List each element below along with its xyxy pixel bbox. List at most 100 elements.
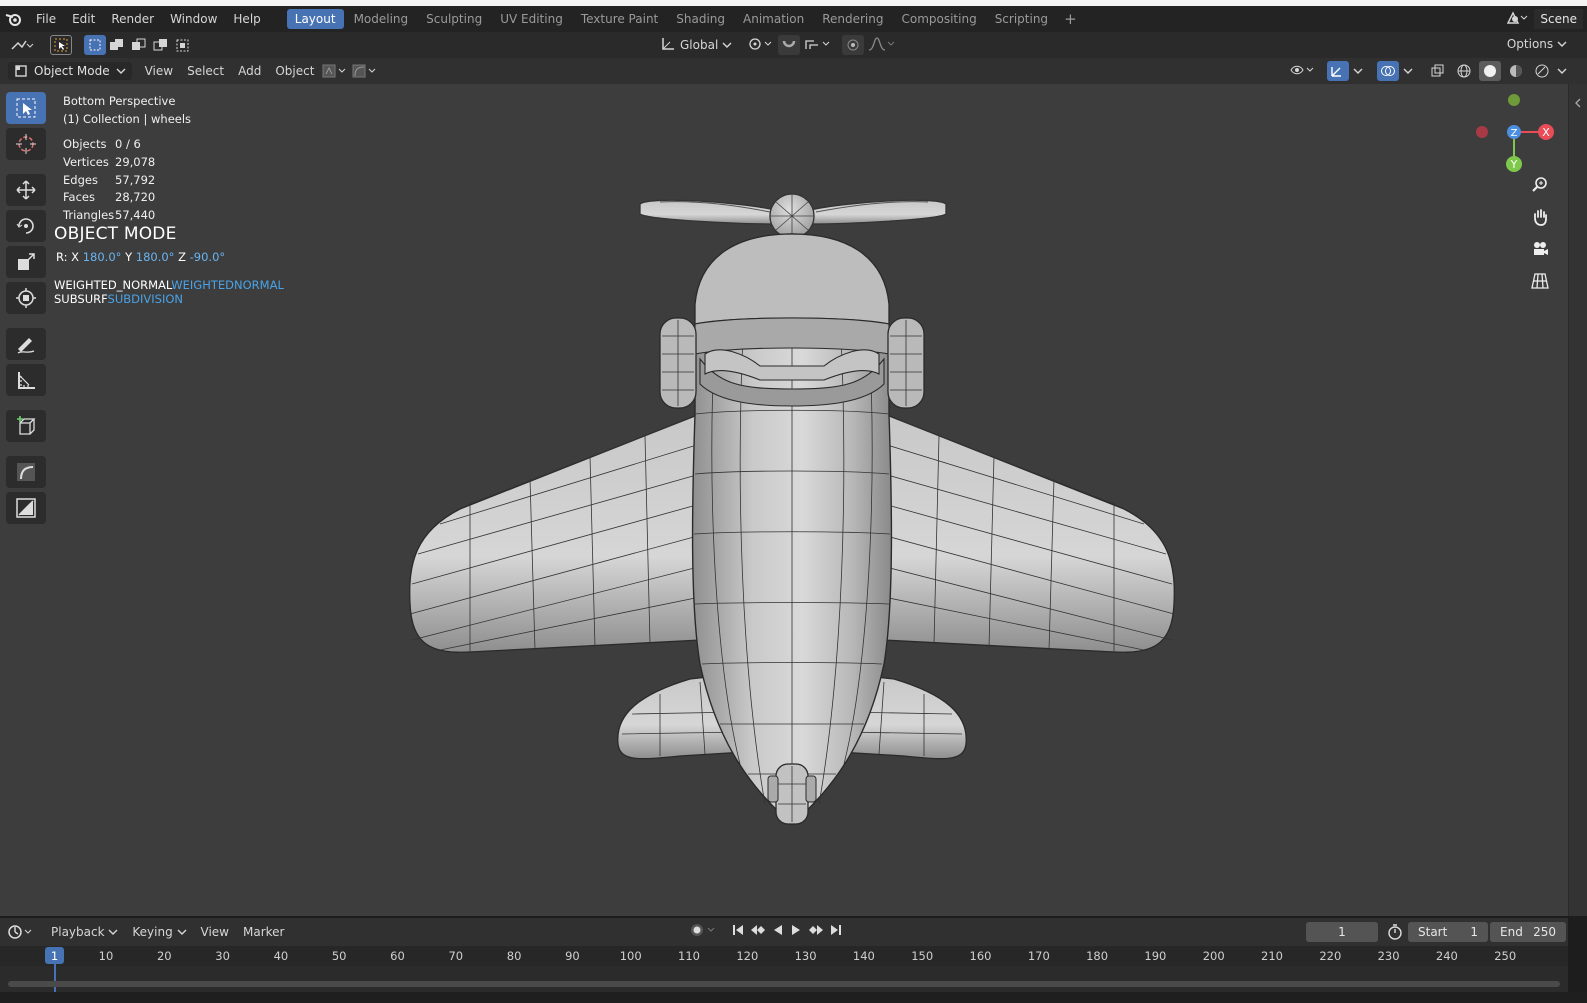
frame-ruler[interactable]: 1 10 20 30 40 50 60 70 80 90 100 110 120 130 140 150 16… — [0, 946, 1568, 966]
stopwatch-icon[interactable] — [1387, 924, 1403, 943]
menu-keying[interactable]: Keying — [125, 925, 193, 939]
start-frame-field[interactable]: Start 1 — [1408, 922, 1488, 942]
tab-modeling[interactable]: Modeling — [346, 9, 417, 29]
material-shading-icon[interactable] — [1505, 61, 1527, 81]
menu-file[interactable]: File — [28, 12, 64, 26]
pan-button[interactable] — [1526, 204, 1554, 230]
airplane-model[interactable] — [0, 84, 1568, 916]
select-invert-icon[interactable] — [150, 35, 172, 55]
gizmo-toggle-icon[interactable] — [1327, 61, 1349, 81]
menu-timeline-view[interactable]: View — [194, 925, 236, 939]
gizmo-neg-y[interactable] — [1508, 94, 1520, 106]
measure-tool[interactable] — [6, 364, 46, 396]
menu-render[interactable]: Render — [103, 12, 162, 26]
move-tool[interactable] — [6, 174, 46, 206]
stat-value: 57,440 — [115, 208, 156, 223]
tab-scripting[interactable]: Scripting — [987, 9, 1056, 29]
end-frame-field[interactable]: End 250 — [1490, 922, 1566, 942]
cockpit — [694, 233, 890, 407]
jump-end-icon[interactable] — [830, 924, 842, 939]
overlays-toggle-icon[interactable] — [1377, 61, 1399, 81]
falloff-curve-icon[interactable] — [868, 36, 896, 54]
blender-logo-icon[interactable] — [0, 6, 28, 32]
orientation-dropdown[interactable]: Global — [680, 38, 718, 52]
menu-help[interactable]: Help — [225, 12, 268, 26]
chevron-left-icon[interactable] — [1573, 98, 1583, 108]
perspective-toggle-button[interactable] — [1526, 268, 1554, 294]
tab-sculpting[interactable]: Sculpting — [418, 9, 490, 29]
camera-view-button[interactable] — [1526, 236, 1554, 262]
pivot-point-icon[interactable] — [748, 37, 774, 54]
menu-select[interactable]: Select — [180, 64, 231, 78]
timeline-scrollbar[interactable] — [8, 981, 1560, 987]
tab-shading[interactable]: Shading — [668, 9, 733, 29]
prev-keyframe-icon[interactable] — [750, 924, 766, 939]
select-box-tool[interactable] — [6, 92, 46, 124]
menu-object[interactable]: Object — [268, 64, 321, 78]
timeline-body[interactable] — [0, 966, 1568, 992]
menu-window[interactable]: Window — [162, 12, 225, 26]
menu-marker[interactable]: Marker — [236, 925, 291, 939]
solid-shading-icon[interactable] — [1479, 61, 1501, 81]
rotate-tool[interactable] — [6, 210, 46, 242]
options-dropdown[interactable]: Options — [1507, 37, 1567, 51]
current-frame-field[interactable]: 1 — [1306, 922, 1378, 942]
scale-tool[interactable] — [6, 246, 46, 278]
chevron-down-icon[interactable] — [722, 38, 732, 52]
cursor-tool[interactable] — [6, 128, 46, 160]
tab-compositing[interactable]: Compositing — [893, 9, 984, 29]
image-tool[interactable] — [6, 492, 46, 524]
record-icon[interactable] — [690, 923, 718, 940]
select-intersect-icon[interactable] — [172, 35, 194, 55]
add-cube-tool[interactable] — [6, 410, 46, 442]
select-subtract-icon[interactable] — [128, 35, 150, 55]
zoom-button[interactable] — [1526, 172, 1554, 198]
chevron-down-icon[interactable] — [1557, 64, 1567, 78]
scene-icon[interactable] — [1506, 10, 1528, 28]
options-label: Options — [1506, 37, 1554, 51]
tab-animation[interactable]: Animation — [735, 9, 812, 29]
scene-name[interactable]: Scene — [1534, 9, 1583, 29]
proportional-edit-icon[interactable] — [842, 35, 865, 55]
timeline-editor-type-icon[interactable] — [6, 922, 36, 942]
current-frame-indicator[interactable]: 1 — [45, 947, 64, 964]
tab-rendering[interactable]: Rendering — [814, 9, 891, 29]
play-reverse-icon[interactable] — [772, 924, 784, 939]
rendered-shading-icon[interactable] — [1531, 61, 1553, 81]
frame-tick-label: 200 — [1202, 949, 1225, 963]
chevron-down-icon[interactable] — [1403, 64, 1413, 78]
gizmo-neg-x[interactable] — [1476, 126, 1488, 138]
annotate-tool[interactable] — [6, 328, 46, 360]
curve-tool[interactable] — [6, 456, 46, 488]
sidebar-toggle-strip[interactable] — [1568, 84, 1587, 916]
wireframe-shading-icon[interactable] — [1453, 61, 1475, 81]
select-new-icon[interactable] — [84, 35, 106, 55]
snap-target-icon[interactable] — [804, 37, 832, 54]
tab-layout[interactable]: Layout — [286, 9, 344, 29]
chevron-down-icon — [177, 929, 187, 935]
transform-tool[interactable] — [6, 282, 46, 314]
tab-texture-paint[interactable]: Texture Paint — [573, 9, 666, 29]
navigation-gizmo[interactable]: X Z Y — [1468, 88, 1563, 183]
add-workspace-button[interactable]: + — [1058, 10, 1083, 28]
play-icon[interactable] — [790, 924, 802, 939]
visibility-icon[interactable] — [1289, 62, 1317, 81]
transform-icon — [16, 288, 36, 308]
menu-playback[interactable]: Playback — [44, 925, 125, 939]
chevron-down-icon[interactable] — [1353, 64, 1363, 78]
select-extend-icon[interactable] — [106, 35, 128, 55]
mode-dropdown[interactable]: Object Mode — [8, 62, 132, 80]
snap-toggle-icon[interactable] — [778, 35, 801, 55]
menu-edit[interactable]: Edit — [64, 12, 103, 26]
select-tool-icon[interactable] — [50, 35, 72, 55]
3d-viewport[interactable]: Bottom Perspective (1) Collection | whee… — [0, 84, 1568, 916]
editor-type-icon[interactable] — [8, 35, 36, 55]
xray-toggle-icon[interactable] — [1427, 61, 1449, 81]
jump-start-icon[interactable] — [732, 924, 744, 939]
next-keyframe-icon[interactable] — [808, 924, 824, 939]
menu-view[interactable]: View — [138, 64, 180, 78]
tab-uv-editing[interactable]: UV Editing — [492, 9, 571, 29]
snap-curve-icon[interactable] — [351, 61, 381, 81]
transform-pivot-icon[interactable] — [321, 61, 351, 81]
menu-add[interactable]: Add — [231, 64, 268, 78]
